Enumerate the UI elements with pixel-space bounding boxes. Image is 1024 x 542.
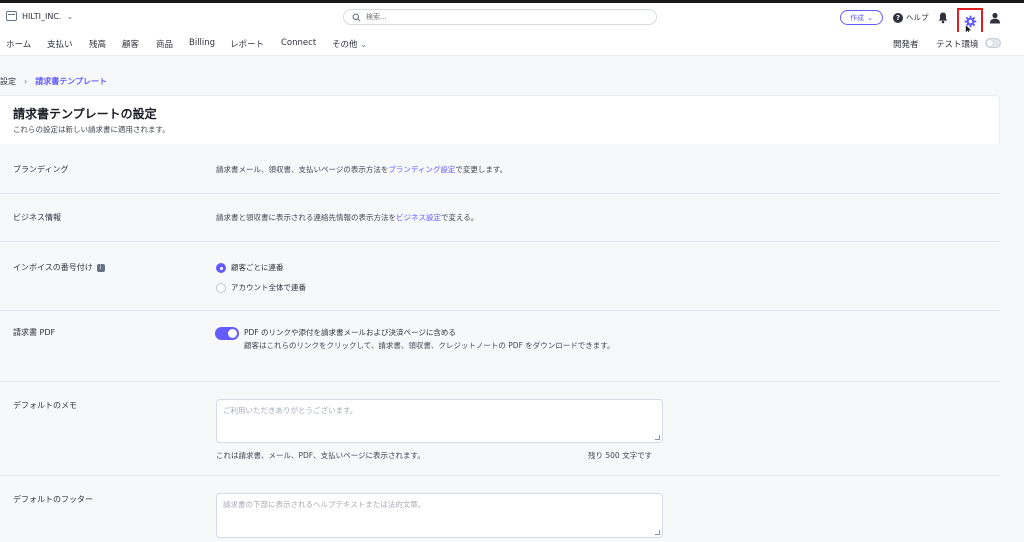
bell-icon[interactable] [937, 11, 949, 24]
account-name: HILTI_INC. [22, 11, 62, 21]
branding-settings-link[interactable]: ブランディング設定 [388, 165, 455, 174]
nav-item-products[interactable]: 商品 [156, 38, 173, 50]
pdf-description: 顧客はこれらのリンクをクリックして、請求書、領収書、クレジットノートの PDF … [244, 341, 615, 350]
branding-text-after: で変更します。 [455, 165, 508, 174]
radio-per-customer[interactable]: 顧客ごとに連番 [216, 262, 284, 273]
business-settings-link[interactable]: ビジネス設定 [396, 213, 441, 222]
footer-label: デフォルトのフッター [13, 495, 93, 504]
page-title: 請求書テンプレートの設定 [13, 107, 157, 121]
business-label: ビジネス情報 [13, 213, 61, 222]
top-bar: HILTI_INC. ⌄ 作成 ⌄ ? ヘルプ [0, 0, 1024, 35]
business-text: 請求書と領収書に表示される連絡先情報の表示方法をビジネス設定で変える。 [216, 212, 478, 223]
footer-placeholder: 請求書の下部に表示されるヘルプテキストまたは法的文章。 [223, 500, 426, 509]
branding-label: ブランディング [13, 165, 69, 174]
test-mode-toggle[interactable] [985, 38, 1001, 48]
memo-char-count: 残り 500 文字です [588, 451, 653, 460]
radio-per-customer-label: 顧客ごとに連番 [231, 263, 284, 272]
resize-handle-icon[interactable] [655, 530, 660, 535]
resize-handle-icon[interactable] [655, 435, 660, 440]
pdf-toggle-title: PDF のリンクや添付を請求書メールおよび決済ページに含める [244, 328, 456, 337]
page-subtitle: これらの設定は新しい請求書に適用されます。 [13, 125, 170, 134]
pdf-label: 請求書 PDF [13, 328, 56, 337]
breadcrumb: 設定 › 請求書テンプレート [0, 76, 107, 87]
branding-text-before: 請求書メール、領収書、支払いページの表示方法を [216, 165, 389, 174]
pdf-toggle[interactable] [215, 327, 239, 340]
breadcrumb-current: 請求書テンプレート [35, 77, 107, 86]
main-nav: ホーム 支払い 残高 顧客 商品 Billing レポート Connect その… [0, 32, 1024, 56]
nav-item-billing[interactable]: Billing [189, 38, 215, 48]
user-icon[interactable] [989, 12, 1001, 24]
search-input[interactable] [366, 13, 646, 21]
nav-item-customers[interactable]: 顧客 [122, 38, 139, 50]
chevron-down-icon: ⌄ [360, 40, 367, 49]
radio-account-wide[interactable]: アカウント全体で連番 [216, 282, 306, 293]
nav-item-more-label: その他 [332, 40, 358, 50]
numbering-label: インボイスの番号付け [13, 263, 93, 272]
nav-item-payments[interactable]: 支払い [47, 38, 73, 50]
memo-placeholder: ご利用いただきありがとうございます。 [223, 406, 358, 415]
help-icon: ? [893, 12, 903, 23]
help-button[interactable]: ? ヘルプ [893, 12, 929, 23]
divider [0, 193, 1000, 194]
nav-item-more[interactable]: その他 ⌄ [332, 38, 367, 50]
radio-unselected-icon [216, 282, 226, 293]
store-icon [6, 11, 17, 21]
memo-note: これは請求書、メール、PDF、支払いページに表示されます。 [216, 451, 425, 460]
search-icon [352, 13, 361, 21]
account-switcher[interactable]: HILTI_INC. ⌄ [6, 11, 73, 21]
memo-label: デフォルトのメモ [13, 401, 77, 410]
radio-account-wide-label: アカウント全体で連番 [231, 283, 306, 292]
numbering-section [0, 242, 1000, 310]
create-label: 作成 [850, 13, 865, 22]
breadcrumb-settings[interactable]: 設定 [0, 76, 16, 87]
nav-item-connect[interactable]: Connect [281, 38, 316, 48]
nav-item-developers[interactable]: 開発者 [893, 38, 919, 50]
chevron-right-icon: › [24, 77, 28, 86]
nav-item-home[interactable]: ホーム [6, 38, 31, 50]
business-text-after: で変える。 [441, 213, 479, 222]
nav-item-reports[interactable]: レポート [230, 38, 264, 50]
chevron-down-icon: ⌄ [66, 11, 74, 21]
numbering-label-wrap: インボイスの番号付け i [13, 262, 105, 273]
chevron-down-icon: ⌄ [867, 13, 873, 22]
info-icon[interactable]: i [96, 264, 105, 272]
nav-item-balances[interactable]: 残高 [89, 38, 106, 50]
create-button[interactable]: 作成 ⌄ [840, 10, 883, 25]
business-text-before: 請求書と領収書に表示される連絡先情報の表示方法を [216, 213, 396, 222]
radio-selected-icon [216, 262, 226, 273]
branding-text: 請求書メール、領収書、支払いページの表示方法をブランディング設定で変更します。 [216, 164, 507, 175]
search-bar[interactable] [343, 9, 657, 25]
test-mode-label: テスト環境 [936, 40, 979, 50]
memo-textarea[interactable]: ご利用いただきありがとうございます。 [216, 399, 663, 443]
footer-textarea[interactable]: 請求書の下部に表示されるヘルプテキストまたは法的文章。 [216, 493, 663, 538]
help-label: ヘルプ [906, 13, 929, 22]
